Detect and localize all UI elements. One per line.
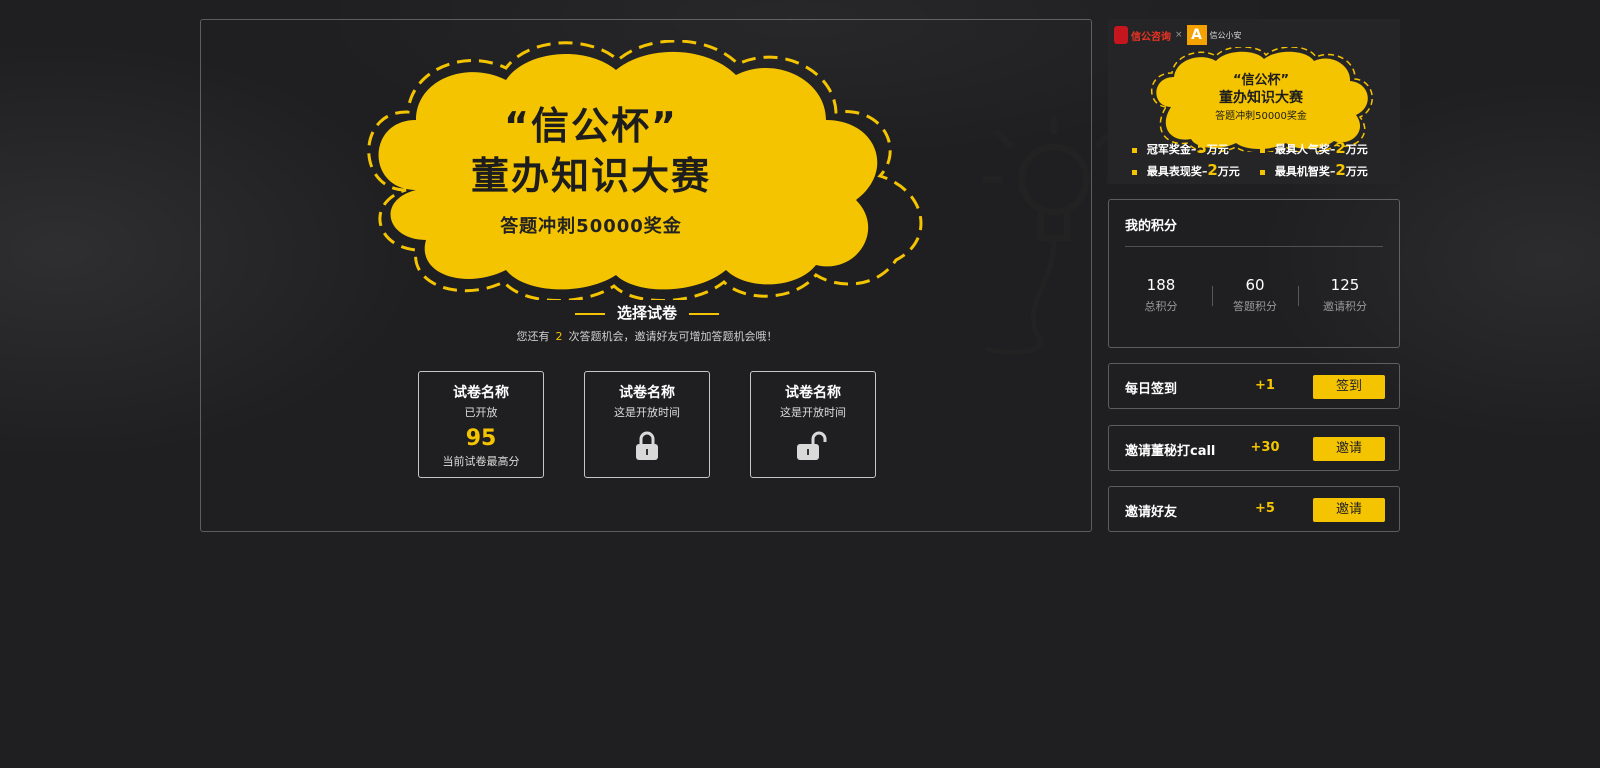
- hint-count: 2: [555, 330, 563, 343]
- score-title: 我的积分: [1125, 219, 1178, 234]
- stat-value: 60: [1245, 276, 1265, 294]
- section-title-text: 选择试卷: [616, 304, 677, 322]
- banner-title-line2: 董办知识大赛: [1219, 90, 1303, 106]
- prize-label: 冠军奖金–: [1146, 143, 1197, 156]
- prize-unit: 万元: [1217, 165, 1240, 178]
- chance-hint: 您还有 2 次答题机会，邀请好友可增加答题机会哦！: [201, 328, 1093, 344]
- prize-item: 最具机智奖–2万元: [1260, 161, 1368, 179]
- paper-score-label: 当前试卷最高分: [442, 455, 520, 468]
- unlock-icon: [797, 431, 827, 460]
- paper-card-2[interactable]: 试卷名称 这是开放时间: [584, 371, 710, 478]
- invite-secretary-button[interactable]: 邀请: [1313, 437, 1385, 461]
- hero-subtitle: 答题冲刺50000奖金: [500, 216, 682, 237]
- my-score-card: 我的积分 188 总积分 60 答题积分 125 邀请积分: [1108, 199, 1400, 348]
- stat-quiz: 60 答题积分: [1211, 276, 1299, 314]
- title-line-left: [574, 312, 605, 315]
- stat-label: 总积分: [1144, 300, 1178, 313]
- banner-subtitle: 答题冲刺50000奖金: [1215, 111, 1307, 122]
- section-title: 选择试卷: [201, 302, 1093, 323]
- prize-label: 最具人气奖–: [1274, 143, 1336, 156]
- paper-name: 试卷名称: [785, 385, 841, 401]
- hint-suffix: 次答题机会，邀请好友可增加答题机会哦！: [568, 330, 778, 343]
- task-points: +30: [1250, 440, 1280, 455]
- prize-amount: 2: [1335, 139, 1346, 157]
- score-divider: [1125, 246, 1383, 247]
- brand2-logo-icon: A: [1186, 25, 1207, 45]
- title-line-right: [689, 312, 719, 315]
- hero-title-line1: “信公杯”: [504, 104, 678, 148]
- hint-prefix: 您还有: [516, 330, 550, 343]
- task-invite-secretary: 邀请董秘打call +30 邀请: [1108, 425, 1400, 471]
- prize-item: 最具人气奖–2万元: [1260, 139, 1368, 157]
- stat-value: 125: [1330, 276, 1360, 294]
- prize-item: 最具表现奖–2万元: [1132, 161, 1240, 179]
- prize-amount: 5: [1196, 139, 1207, 157]
- paper-status: 这是开放时间: [780, 406, 846, 419]
- task-points: +1: [1255, 378, 1275, 393]
- paper-status: 这是开放时间: [614, 406, 680, 419]
- lock-icon: [636, 431, 658, 460]
- brand1-name: 信公咨询: [1131, 31, 1171, 43]
- paper-name: 试卷名称: [619, 385, 675, 401]
- prize-unit: 万元: [1345, 143, 1368, 156]
- brand2-name: 信公小安: [1209, 30, 1242, 40]
- brand-separator: ×: [1175, 30, 1183, 40]
- task-name: 邀请董秘打call: [1125, 444, 1216, 459]
- paper-high-score: 95: [465, 426, 497, 451]
- prize-label: 最具表现奖–: [1146, 165, 1208, 178]
- paper-status: 已开放: [464, 406, 498, 419]
- brand-row: 信公咨询 × A 信公小安: [1114, 25, 1242, 45]
- prize-unit: 万元: [1345, 165, 1368, 178]
- hero-title-line2: 董办知识大赛: [470, 154, 711, 198]
- stat-value: 188: [1146, 276, 1176, 294]
- checkin-button[interactable]: 签到: [1313, 375, 1385, 399]
- stat-label: 答题积分: [1233, 300, 1277, 313]
- task-daily-checkin: 每日签到 +1 签到: [1108, 363, 1400, 409]
- task-invite-friend: 邀请好友 +5 邀请: [1108, 486, 1400, 532]
- paper-card-3[interactable]: 试卷名称 这是开放时间: [750, 371, 876, 478]
- main-panel: “信公杯” 董办知识大赛 答题冲刺50000奖金 选择试卷 您还有 2 次答题机会，…: [200, 19, 1126, 532]
- paper-name: 试卷名称: [453, 385, 509, 401]
- promo-banner[interactable]: 信公咨询 × A 信公小安 “信公杯” 董办知识大赛 答题冲刺50000奖金 冠…: [1108, 19, 1400, 184]
- task-name: 邀请好友: [1125, 505, 1178, 520]
- brand1-logo-icon: [1114, 26, 1128, 44]
- stat-total: 188 总积分: [1117, 276, 1205, 314]
- prize-label: 最具机智奖–: [1274, 165, 1336, 178]
- prize-amount: 2: [1335, 161, 1346, 179]
- stat-separator: [1298, 286, 1299, 306]
- stat-invite: 125 邀请积分: [1301, 276, 1389, 314]
- prize-unit: 万元: [1206, 143, 1229, 156]
- hero-cloud: “信公杯” 董办知识大赛 答题冲刺50000奖金: [356, 39, 1126, 355]
- task-points: +5: [1255, 501, 1275, 516]
- invite-friend-button[interactable]: 邀请: [1313, 498, 1385, 522]
- prize-item: 冠军奖金–5万元: [1132, 139, 1229, 157]
- banner-title-line1: “信公杯”: [1232, 73, 1290, 88]
- task-name: 每日签到: [1125, 382, 1178, 397]
- prize-amount: 2: [1207, 161, 1218, 179]
- stat-label: 邀请积分: [1323, 300, 1367, 313]
- paper-card-1[interactable]: 试卷名称 已开放 95 当前试卷最高分: [418, 371, 544, 478]
